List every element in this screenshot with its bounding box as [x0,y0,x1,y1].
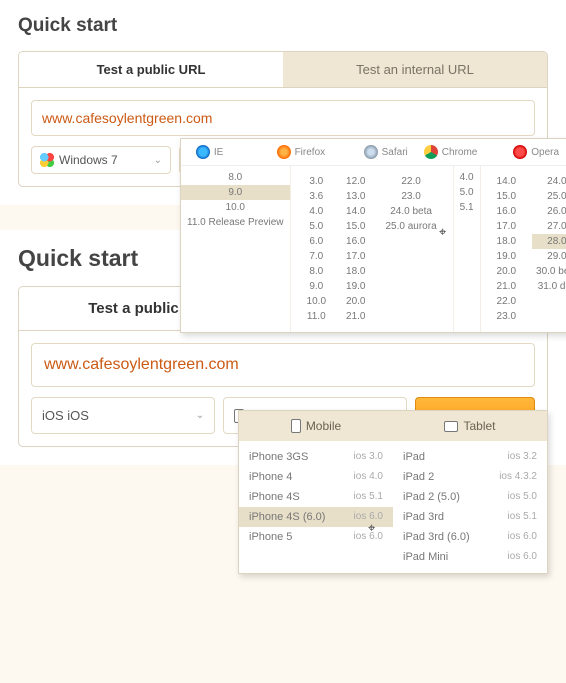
version-option[interactable]: 27.0 [532,219,566,234]
version-option[interactable]: 5.0 [303,219,330,234]
version-option[interactable]: 22.0 [381,174,440,189]
version-option[interactable]: 11.0 Release Preview [181,215,290,230]
device-option[interactable]: iPad 3rdios 5.1 [393,507,547,527]
os-dropdown[interactable]: Windows 7 ⌄ [31,146,171,174]
tab-internal-url[interactable]: Test an internal URL [283,52,547,87]
version-option[interactable]: 8.0 [181,170,290,185]
os-label: iOS iOS [42,408,89,423]
device-option[interactable]: iPhone 4ios 4.0 [239,467,393,487]
version-option[interactable]: 25.0 [532,189,566,204]
version-option[interactable]: 10.0 [181,200,290,215]
version-option[interactable]: 28.0 [532,234,566,249]
version-option[interactable]: 22.0 [493,294,520,309]
device-option[interactable]: iPad 2ios 4.3.2 [393,467,547,487]
firefox-icon [277,145,291,159]
version-option[interactable]: 30.0 beta [532,264,566,279]
page-title: Quick start [18,15,548,37]
chrome-icon [424,145,438,159]
version-option[interactable]: 9.0 [303,279,330,294]
version-option[interactable]: 23.0 [381,189,440,204]
version-option[interactable]: 23.0 [493,309,520,324]
device-option[interactable]: iPhone 4S (6.0)ios 6.0 [239,507,393,527]
col-header-ie: IE [181,139,238,165]
version-option[interactable]: 14.0 [493,174,520,189]
device-option[interactable]: iPad 3rd (6.0)ios 6.0 [393,527,547,547]
version-option[interactable]: 5.0 [454,185,480,200]
version-option[interactable]: 17.0 [493,219,520,234]
version-option[interactable]: 16.0 [342,234,369,249]
version-option[interactable]: 11.0 [303,309,330,324]
version-option[interactable]: 18.0 [493,234,520,249]
version-option[interactable]: 24.0 beta [381,204,440,219]
version-option[interactable]: 10.0 [303,294,330,309]
url-input[interactable] [31,343,535,387]
col-header-firefox: Firefox [238,139,364,165]
version-option[interactable]: 12.0 [342,174,369,189]
safari-icon [364,145,378,159]
device-option[interactable]: iPhone 4Sios 5.1 [239,487,393,507]
device-option[interactable]: iPadios 3.2 [393,447,547,467]
col-header-mobile: Mobile [239,411,393,441]
version-option[interactable]: 18.0 [342,264,369,279]
version-option[interactable]: 29.0 [532,249,566,264]
version-option[interactable]: 4.0 [454,170,480,185]
chevron-down-icon: ⌄ [196,410,204,421]
version-option[interactable]: 19.0 [493,249,520,264]
version-option[interactable]: 15.0 [493,189,520,204]
version-option[interactable]: 9.0 [181,185,290,200]
device-option[interactable]: iPhone 3GSios 3.0 [239,447,393,467]
device-option[interactable]: iPad Miniios 6.0 [393,547,547,567]
version-option[interactable]: 16.0 [493,204,520,219]
version-option[interactable]: 15.0 [342,219,369,234]
version-option[interactable]: 6.0 [303,234,330,249]
opera-icon [513,145,527,159]
version-option[interactable]: 17.0 [342,249,369,264]
version-option[interactable]: 5.1 [454,200,480,215]
version-option[interactable]: 26.0 [532,204,566,219]
version-option[interactable]: 3.0 [303,174,330,189]
chevron-down-icon: ⌄ [154,155,162,166]
phone-icon [291,419,301,433]
version-option[interactable]: 21.0 [342,309,369,324]
version-option[interactable]: 21.0 [493,279,520,294]
version-option[interactable]: 4.0 [303,204,330,219]
device-option[interactable]: iPad 2 (5.0)ios 5.0 [393,487,547,507]
col-header-safari: Safari [364,139,408,165]
os-dropdown[interactable]: iOS iOS ⌄ [31,397,215,434]
version-option[interactable]: 20.0 [493,264,520,279]
version-option[interactable]: 3.6 [303,189,330,204]
browser-version-dropdown: IE Firefox Safari Chrome Opera 8.09.010.… [180,138,566,333]
quick-start-panel-desktop: Quick start Test a public URL Test an in… [0,0,566,205]
col-header-opera: Opera [493,139,566,165]
version-option[interactable]: 31.0 dev [532,279,566,294]
url-tabs: Test a public URL Test an internal URL [18,51,548,88]
version-option[interactable]: 14.0 [342,204,369,219]
url-input[interactable] [31,100,535,136]
version-option[interactable]: 24.0 [532,174,566,189]
version-option[interactable]: 8.0 [303,264,330,279]
ie-icon [196,145,210,159]
tab-public-url[interactable]: Test a public URL [19,52,283,87]
version-option[interactable]: 20.0 [342,294,369,309]
version-option[interactable]: 7.0 [303,249,330,264]
device-option[interactable]: iPhone 5ios 6.0 [239,527,393,547]
col-header-chrome: Chrome [408,139,494,165]
version-option[interactable]: 25.0 aurora [381,219,440,234]
version-option[interactable]: 13.0 [342,189,369,204]
os-label: Windows 7 [59,153,118,167]
windows-icon [40,153,54,167]
tablet-icon [444,421,458,432]
col-header-tablet: Tablet [393,411,547,441]
version-option[interactable]: 19.0 [342,279,369,294]
device-dropdown-panel: Mobile Tablet iPhone 3GSios 3.0iPhone 4i… [238,410,548,574]
